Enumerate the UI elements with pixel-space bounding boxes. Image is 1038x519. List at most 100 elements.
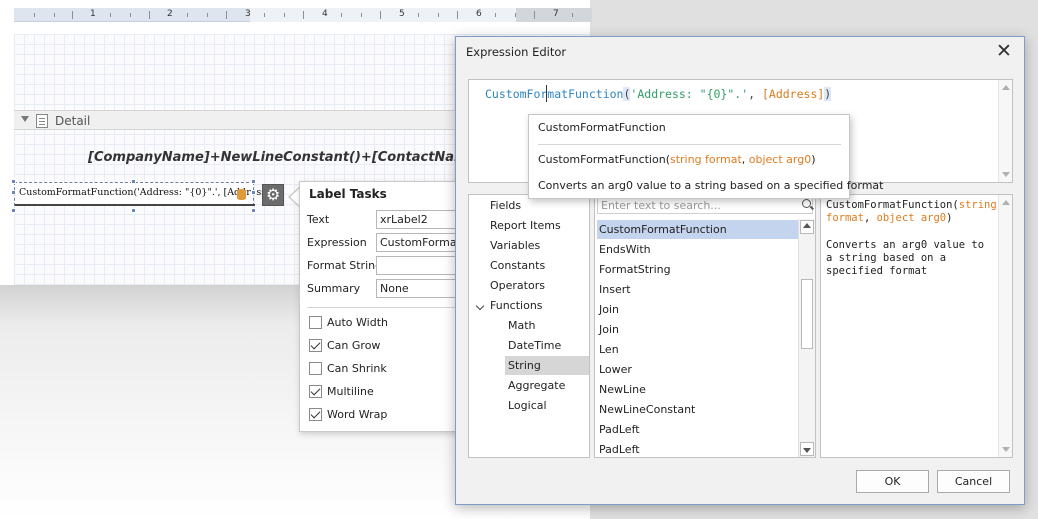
close-icon[interactable]: ✕ bbox=[994, 42, 1014, 62]
resize-handle[interactable] bbox=[251, 208, 256, 213]
ok-button[interactable]: OK bbox=[856, 470, 929, 493]
tree-item-operators[interactable]: Operators bbox=[490, 279, 545, 292]
scroll-down-icon[interactable] bbox=[803, 448, 811, 453]
format-string-label: Format String bbox=[307, 259, 383, 272]
label-tasks-panel: Label Tasks Text xrLabel2 Expression Cus… bbox=[299, 181, 466, 432]
tree-item-datetime[interactable]: DateTime bbox=[508, 339, 561, 352]
divider bbox=[307, 307, 457, 308]
expression-code[interactable]: CustomFormatFunction('Address: "{0}".', … bbox=[485, 87, 832, 101]
summary-property-label: Summary bbox=[307, 282, 361, 295]
scroll-up-icon[interactable] bbox=[1002, 85, 1010, 90]
expression-scrollbar[interactable] bbox=[998, 80, 1012, 182]
resize-handle[interactable] bbox=[131, 208, 136, 213]
signature-param: string format bbox=[669, 153, 742, 166]
auto-width-checkbox[interactable] bbox=[309, 316, 322, 329]
resize-handle[interactable] bbox=[131, 179, 136, 184]
multiline-label: Multiline bbox=[327, 385, 374, 398]
word-wrap-label: Word Wrap bbox=[327, 408, 388, 421]
search-icon[interactable] bbox=[802, 199, 811, 208]
ruler-number: 3 bbox=[245, 9, 251, 19]
collapse-arrow-icon[interactable] bbox=[21, 116, 29, 122]
category-tree[interactable]: Fields Report Items Variables Constants … bbox=[468, 194, 590, 458]
auto-width-label: Auto Width bbox=[327, 316, 388, 329]
function-item[interactable]: Lower bbox=[599, 363, 632, 376]
resize-handle[interactable] bbox=[251, 179, 256, 184]
description-scrollbar[interactable] bbox=[998, 195, 1012, 457]
selected-label-text: CustomFormatFunction('Address: "{0}".', … bbox=[19, 187, 274, 198]
text-property-label: Text bbox=[307, 213, 330, 226]
function-item[interactable]: PadLeft bbox=[599, 443, 640, 456]
function-item[interactable]: EndsWith bbox=[599, 243, 651, 256]
scroll-up-icon[interactable] bbox=[803, 223, 811, 228]
signature-name: CustomFormatFunction( bbox=[538, 153, 670, 166]
smart-tag-button[interactable]: ⚙ bbox=[262, 184, 284, 206]
expression-property-input[interactable]: CustomFormatF bbox=[376, 233, 466, 252]
tree-item-math[interactable]: Math bbox=[508, 319, 536, 332]
function-item[interactable]: NewLineConstant bbox=[599, 403, 695, 416]
tree-item-report-items[interactable]: Report Items bbox=[490, 219, 561, 232]
signature-separator: , bbox=[741, 153, 749, 166]
function-item[interactable]: PadLeft bbox=[599, 423, 640, 436]
function-description-panel: CustomFormatFunction(string format, obje… bbox=[820, 194, 1013, 458]
resize-handle[interactable] bbox=[11, 190, 16, 195]
function-signature: CustomFormatFunction(string format, obje… bbox=[826, 199, 997, 225]
scroll-down-icon[interactable] bbox=[1002, 447, 1010, 452]
resize-handle[interactable] bbox=[251, 190, 256, 195]
ruler-number: 7 bbox=[553, 9, 559, 19]
format-string-input[interactable] bbox=[376, 256, 466, 275]
horizontal-ruler: 1 2 3 4 5 6 7 bbox=[14, 8, 592, 22]
ruler-number: 4 bbox=[322, 9, 328, 19]
tree-item-logical[interactable]: Logical bbox=[508, 399, 547, 412]
function-item[interactable]: Join bbox=[599, 303, 619, 316]
expression-field-token: [Address] bbox=[761, 87, 825, 101]
resize-handle[interactable] bbox=[11, 179, 16, 184]
text-cursor-icon bbox=[546, 85, 547, 102]
band-icon bbox=[36, 114, 48, 128]
tree-item-variables[interactable]: Variables bbox=[490, 239, 540, 252]
signature-param: object arg0 bbox=[748, 153, 812, 166]
dialog-title: Expression Editor bbox=[466, 45, 567, 59]
function-item[interactable]: Len bbox=[599, 343, 619, 356]
scroll-up-icon[interactable] bbox=[1002, 200, 1010, 205]
expression-comma: , bbox=[748, 87, 762, 101]
tree-item-fields[interactable]: Fields bbox=[490, 199, 521, 212]
word-wrap-checkbox[interactable] bbox=[309, 408, 322, 421]
tree-item-aggregate[interactable]: Aggregate bbox=[508, 379, 565, 392]
function-item[interactable]: Insert bbox=[599, 283, 631, 296]
can-grow-label: Can Grow bbox=[327, 339, 381, 352]
expression-editor-dialog: Expression Editor ✕ CustomFormatFunction… bbox=[455, 36, 1025, 505]
signature-name: CustomFormatFunction( bbox=[826, 199, 959, 211]
signature-separator: , bbox=[863, 212, 877, 224]
text-property-input[interactable]: xrLabel2 bbox=[376, 210, 466, 229]
autocomplete-description: Converts an arg0 value to a string based… bbox=[538, 179, 884, 192]
search-input[interactable]: Enter text to search... bbox=[597, 197, 813, 214]
label-tasks-title: Label Tasks bbox=[309, 187, 387, 201]
cancel-button[interactable]: Cancel bbox=[937, 470, 1010, 493]
tree-item-constants[interactable]: Constants bbox=[490, 259, 545, 272]
autocomplete-signature: CustomFormatFunction(string format, obje… bbox=[538, 153, 816, 166]
autocomplete-popup: CustomFormatFunction CustomFormatFunctio… bbox=[528, 114, 883, 199]
function-item[interactable]: CustomFormatFunction bbox=[599, 223, 727, 236]
selected-report-label[interactable]: CustomFormatFunction('Address: "{0}".', … bbox=[14, 182, 274, 206]
scroll-down-icon[interactable] bbox=[1002, 172, 1010, 177]
can-shrink-checkbox[interactable] bbox=[309, 362, 322, 375]
tree-item-functions[interactable]: Functions bbox=[490, 299, 543, 312]
tree-item-string[interactable]: String bbox=[508, 359, 541, 372]
band-title: Detail bbox=[55, 114, 91, 128]
function-list[interactable]: Enter text to search... CustomFormatFunc… bbox=[594, 194, 816, 458]
summary-property-input[interactable]: None bbox=[376, 279, 466, 298]
function-list-scrollbar[interactable] bbox=[798, 219, 815, 457]
chevron-down-icon[interactable] bbox=[475, 301, 485, 311]
scroll-thumb[interactable] bbox=[801, 279, 813, 349]
expression-string-token: 'Address: "{0}".' bbox=[630, 87, 749, 101]
resize-handle[interactable] bbox=[11, 208, 16, 213]
signature-end: ) bbox=[946, 212, 953, 224]
multiline-checkbox[interactable] bbox=[309, 385, 322, 398]
function-item[interactable]: Join bbox=[599, 323, 619, 336]
can-grow-checkbox[interactable] bbox=[309, 339, 322, 352]
function-item[interactable]: FormatString bbox=[599, 263, 671, 276]
signature-param: object arg0 bbox=[876, 212, 947, 224]
autocomplete-item[interactable]: CustomFormatFunction bbox=[538, 121, 666, 134]
detail-expression-label[interactable]: [CompanyName]+NewLineConstant()+[Contact… bbox=[88, 150, 482, 165]
function-item[interactable]: NewLine bbox=[599, 383, 646, 396]
